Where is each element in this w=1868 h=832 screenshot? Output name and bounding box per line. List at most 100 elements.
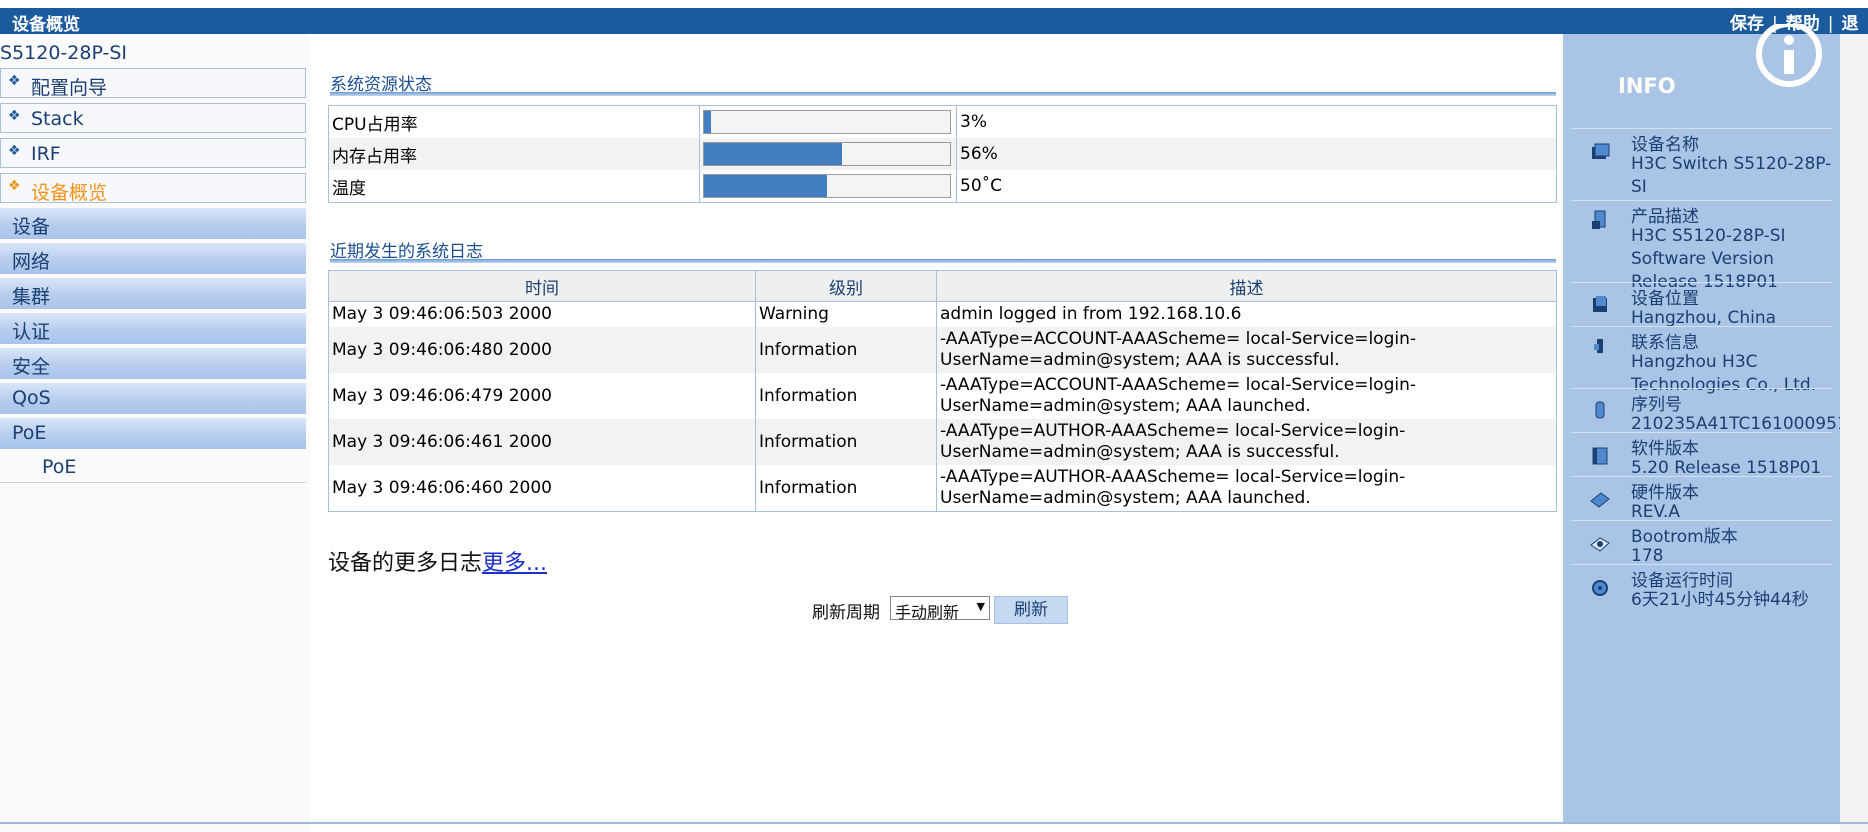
sidebar-category-poe[interactable]: PoE (0, 418, 306, 450)
log-level: Warning (755, 301, 937, 327)
log-time: May 3 09:46:06:461 2000 (328, 419, 756, 465)
diamond-bullet-icon: ❖ (8, 108, 21, 124)
log-description: -AAAType=AUTHOR-AAAScheme= local-Service… (936, 419, 1557, 465)
sidebar-category-label: PoE (12, 422, 47, 444)
info-row-uptime: 设备运行时间 6天21小时45分钟44秒 (1571, 564, 1833, 610)
sidebar-category-cluster[interactable]: 集群 (0, 278, 306, 310)
log-description-line: UserName=admin@system; AAA is successful… (940, 442, 1340, 462)
sidebar-category-label: QoS (12, 387, 51, 409)
log-table: 时间 级别 描述 May 3 09:46:06:503 2000 Warning… (328, 270, 1557, 512)
sidebar-category-device[interactable]: 设备 (0, 208, 306, 240)
sidebar-category-label: 安全 (12, 356, 51, 378)
log-level: Information (755, 419, 937, 465)
more-logs-link[interactable]: 更多... (482, 551, 547, 576)
info-row-product-description: 产品描述 H3C S5120-28P-SI Software Version R… (1571, 200, 1833, 292)
software-icon (1592, 447, 1608, 465)
info-key: 产品描述 (1631, 207, 1699, 227)
device-icon (1592, 143, 1610, 159)
log-description-line: -AAAType=ACCOUNT-AAAScheme= local-Servic… (940, 375, 1416, 395)
log-description-line: -AAAType=ACCOUNT-AAAScheme= local-Servic… (940, 329, 1416, 349)
resource-value: 56% (956, 138, 1557, 170)
refresh-period-select[interactable]: 手动刷新 ▼ (890, 596, 990, 622)
sidebar-item-config-wizard[interactable]: ❖ 配置向导 (0, 68, 306, 99)
info-panel: INFO 设备名称 H3C Switch S5120-28P-SI 产品描述 H… (1563, 24, 1848, 822)
product-icon (1592, 210, 1606, 229)
log-description: -AAAType=ACCOUNT-AAAScheme= local-Servic… (937, 373, 1557, 419)
resource-value: 3% (960, 112, 987, 132)
info-icon (1756, 24, 1822, 87)
contact-icon (1594, 339, 1603, 353)
progress-fill (704, 111, 712, 133)
uptime-icon (1592, 580, 1608, 596)
top-border (0, 0, 1868, 8)
sidebar-item-irf[interactable]: ❖ IRF (0, 138, 306, 168)
log-description: admin logged in from 192.168.10.6 (937, 302, 1557, 328)
log-time: May 3 09:46:06:480 2000 (328, 327, 756, 373)
log-row: May 3 09:46:06:503 2000 Warning admin lo… (328, 301, 1557, 328)
info-row-serial: 序列号 210235A41TC161000951 (1571, 388, 1848, 434)
log-row: May 3 09:46:06:461 2000 Information -AAA… (328, 419, 1557, 465)
more-logs-line: 设备的更多日志更多... (328, 545, 547, 577)
section-divider (330, 92, 1556, 96)
info-value: 6天21小时45分钟44秒 (1631, 590, 1809, 610)
page-title: 设备概览 (12, 15, 80, 35)
refresh-controls: 刷新周期 手动刷新 ▼ 刷新 (812, 596, 1068, 624)
log-row: May 3 09:46:06:480 2000 Information -AAA… (328, 327, 1557, 373)
info-key: 设备位置 (1631, 289, 1699, 309)
info-header: INFO (1618, 74, 1676, 98)
progress-fill (704, 175, 827, 197)
log-time: May 3 09:46:06:479 2000 (328, 373, 756, 419)
progress-bar (703, 142, 951, 166)
diamond-bullet-icon: ❖ (8, 73, 21, 89)
log-level: Information (755, 465, 937, 512)
hardware-icon (1590, 492, 1610, 508)
info-row-location: 设备位置 Hangzhou, China (1571, 282, 1833, 328)
sidebar-category-label: 设备 (12, 216, 51, 238)
sidebar-subitem-poe[interactable]: PoE (0, 452, 306, 483)
log-description-line: UserName=admin@system; AAA launched. (940, 488, 1311, 508)
right-frame-edge (1840, 34, 1868, 832)
info-key: 软件版本 (1631, 439, 1699, 459)
log-description-line: -AAAType=AUTHOR-AAAScheme= local-Service… (940, 421, 1406, 441)
sidebar-category-network[interactable]: 网络 (0, 243, 306, 275)
info-key: 设备运行时间 (1631, 571, 1733, 591)
info-key: 设备名称 (1631, 135, 1699, 155)
sidebar-item-stack[interactable]: ❖ Stack (0, 103, 306, 133)
diamond-bullet-icon: ❖ (8, 143, 21, 159)
sidebar-category-qos[interactable]: QoS (0, 383, 306, 415)
resource-label: 内存占用率 (328, 138, 700, 170)
sidebar-item-label: IRF (31, 143, 61, 165)
section-divider (330, 259, 1556, 263)
sidebar-item-device-overview[interactable]: ❖ 设备概览 (0, 173, 306, 204)
logout-link[interactable]: 退 (1841, 14, 1858, 34)
column-header-level: 级别 (755, 270, 937, 302)
resource-table: CPU占用率 3% 内存占用率 56% 温度 50˚C (328, 105, 1557, 203)
resource-value: 50˚C (960, 176, 1003, 196)
serial-icon (1595, 401, 1605, 419)
resource-label: CPU占用率 (328, 105, 700, 138)
log-description: -AAAType=ACCOUNT-AAAScheme= local-Servic… (936, 327, 1557, 373)
resource-bar-cell (699, 170, 957, 203)
info-row-hardware-version: 硬件版本 REV.A (1571, 476, 1833, 522)
sidebar-category-security[interactable]: 安全 (0, 348, 306, 380)
info-key: 硬件版本 (1631, 483, 1699, 503)
refresh-period-label: 刷新周期 (812, 603, 880, 623)
progress-bar (703, 174, 951, 198)
device-model-title[interactable]: S5120-28P-SI (0, 42, 127, 64)
sidebar-item-label: Stack (31, 108, 84, 130)
bottom-border (0, 822, 1868, 824)
resource-bar-cell (699, 105, 957, 138)
sidebar-category-authentication[interactable]: 认证 (0, 313, 306, 345)
info-key: Bootrom版本 (1631, 527, 1738, 547)
info-row-bootrom-version: Bootrom版本 178 (1571, 520, 1833, 566)
log-header-row: 时间 级别 描述 (328, 270, 1557, 302)
refresh-button[interactable]: 刷新 (994, 596, 1068, 624)
log-row: May 3 09:46:06:460 2000 Information -AAA… (328, 465, 1557, 512)
top-bar: 设备概览 保存 | 帮助 | 退 (0, 0, 1868, 35)
progress-fill (704, 143, 842, 165)
progress-bar (703, 110, 951, 134)
info-row-device-name: 设备名称 H3C Switch S5120-28P-SI (1571, 128, 1833, 197)
sidebar-subitem-label: PoE (42, 456, 77, 478)
log-time: May 3 09:46:06:460 2000 (328, 465, 756, 512)
chevron-down-icon: ▼ (976, 600, 985, 613)
